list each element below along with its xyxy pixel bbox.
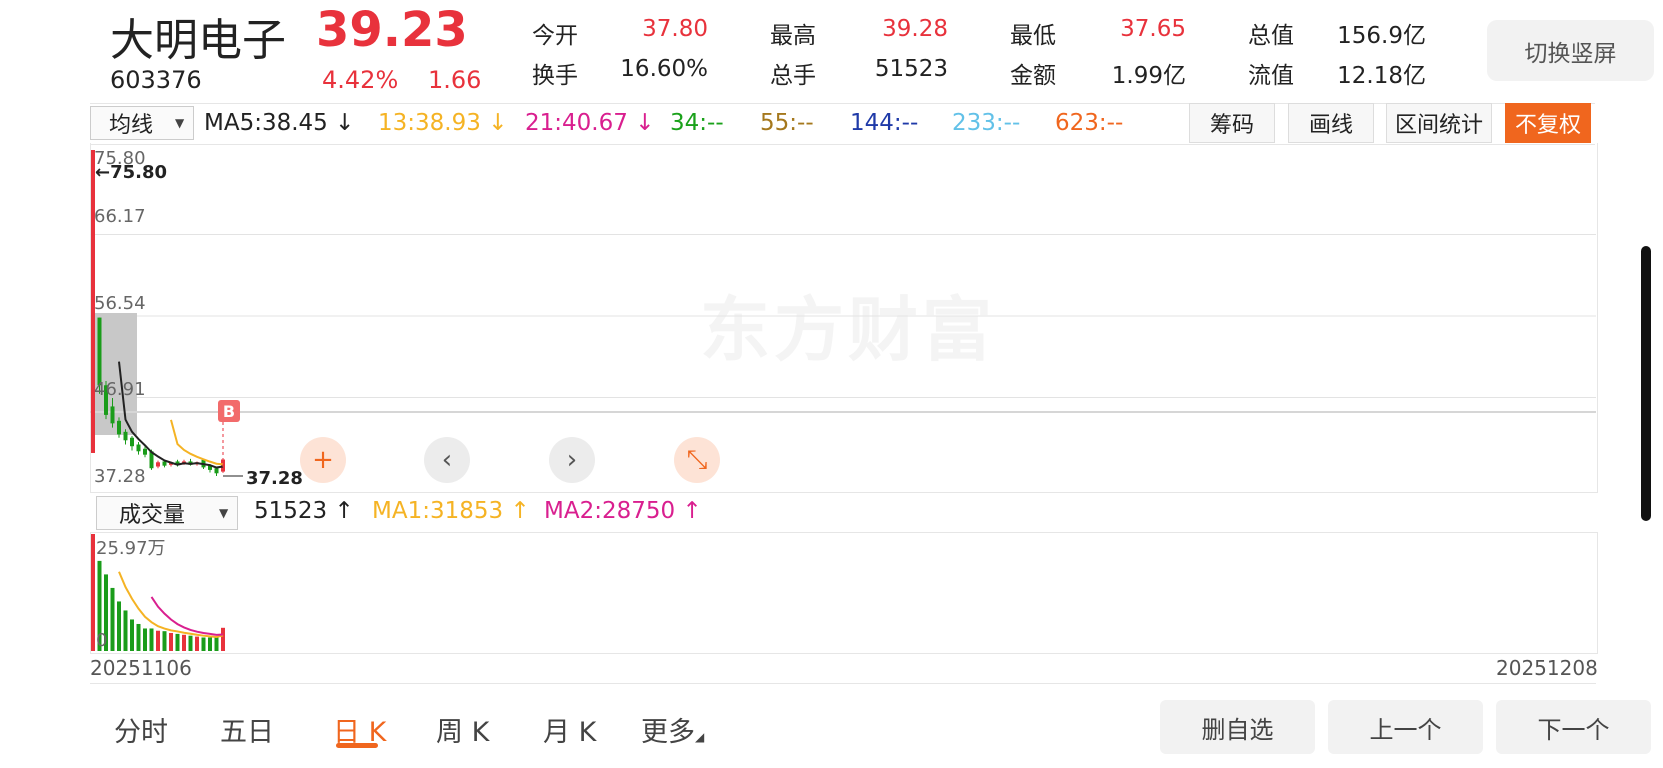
candle-body bbox=[162, 461, 167, 466]
next-stock-button[interactable]: 下一个 bbox=[1496, 700, 1651, 754]
candle-body bbox=[130, 437, 134, 447]
remove-watchlist-button[interactable]: 删自选 bbox=[1160, 700, 1315, 754]
volume-ma2: MA2:28750 ↑ bbox=[544, 498, 702, 524]
candle-body bbox=[110, 406, 115, 424]
candle-body bbox=[123, 431, 128, 441]
tab-weekly-k[interactable]: 周 K bbox=[436, 710, 489, 749]
shrink-icon[interactable]: ⤡ bbox=[674, 437, 720, 483]
chevron-left-icon[interactable]: ‹ bbox=[424, 437, 470, 483]
y-label-3: 56.54 bbox=[94, 293, 146, 314]
candle-body bbox=[156, 462, 160, 467]
candle-body bbox=[143, 448, 147, 455]
volume-zero-label: 0 bbox=[96, 630, 108, 651]
candle-body bbox=[136, 444, 141, 452]
y-label-4: 46.91 bbox=[94, 379, 146, 400]
zoom-in-button[interactable]: + bbox=[300, 437, 346, 483]
date-end: 20251208 bbox=[1496, 656, 1598, 680]
divider bbox=[90, 683, 1596, 684]
caret-icon: ◢ bbox=[695, 730, 705, 744]
tab-monthly-k[interactable]: 月 K bbox=[543, 710, 596, 749]
volume-max-label: 25.97万 bbox=[96, 538, 166, 559]
tab-five-day[interactable]: 五日 bbox=[220, 710, 274, 749]
arrow-up-icon: ↑ bbox=[682, 498, 702, 524]
candle-body bbox=[97, 317, 102, 386]
candle-body bbox=[214, 468, 219, 474]
previous-stock-button[interactable]: 上一个 bbox=[1328, 700, 1483, 754]
tab-more[interactable]: 更多◢ bbox=[641, 710, 704, 749]
scrollbar[interactable] bbox=[1641, 246, 1651, 521]
y-label-min: 37.28 bbox=[94, 466, 146, 487]
volume-selector-label: 成交量 bbox=[119, 503, 186, 528]
arrow-up-icon: ↑ bbox=[510, 498, 530, 524]
ma13-line bbox=[170, 419, 224, 466]
volume-chart[interactable] bbox=[90, 532, 1598, 654]
buy-marker-icon[interactable]: B bbox=[218, 400, 240, 422]
high-marker: ←75.80 bbox=[95, 162, 168, 183]
volume-total: 51523 ↑ bbox=[254, 498, 354, 524]
chevron-right-icon[interactable]: › bbox=[549, 437, 595, 483]
dropdown-arrow-icon: ▼ bbox=[219, 506, 229, 520]
date-start: 20251106 bbox=[90, 656, 192, 680]
volume-selector[interactable]: 成交量 ▼ bbox=[96, 496, 238, 530]
tab-intraday[interactable]: 分时 bbox=[114, 710, 168, 749]
volume-ma1: MA1:31853 ↑ bbox=[372, 498, 530, 524]
candle-body bbox=[117, 420, 121, 435]
y-label-2: 66.17 bbox=[94, 206, 146, 227]
arrow-up-icon: ↑ bbox=[334, 498, 354, 524]
low-marker: 37.28 bbox=[246, 468, 303, 489]
active-tab-indicator bbox=[336, 743, 378, 748]
